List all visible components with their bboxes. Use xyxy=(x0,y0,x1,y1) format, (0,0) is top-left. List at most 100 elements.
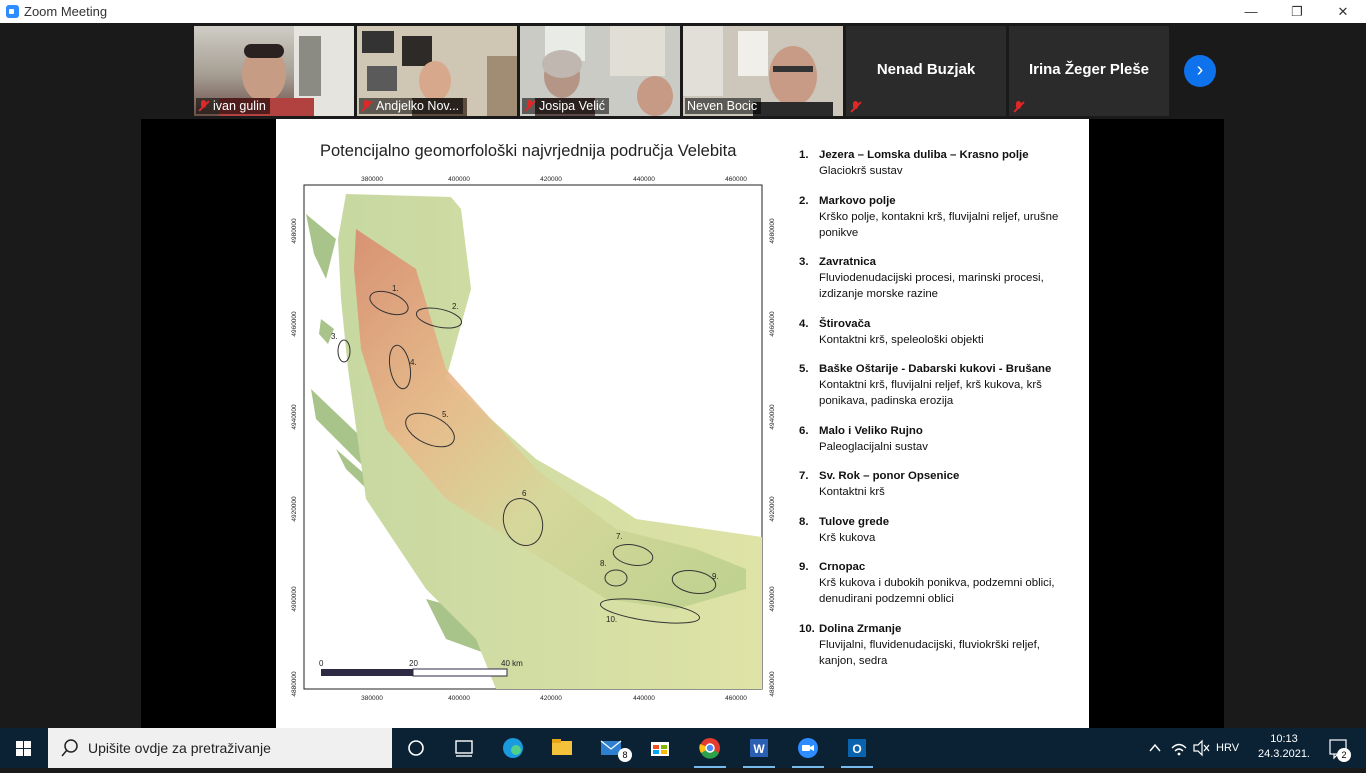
y-tick-label: 4940000 xyxy=(769,404,776,430)
legend-item: 10. Dolina Zrmanje Fluvijalni, fluvidenuda… xyxy=(799,622,1040,667)
scale-label: 0 xyxy=(319,659,324,668)
chrome-app-icon[interactable] xyxy=(686,728,734,768)
y-tick-label: 4980000 xyxy=(291,218,298,244)
site-label: 4. xyxy=(410,358,417,367)
participant-label: Andjelko Nov... xyxy=(359,98,464,114)
x-tick-label: 400000 xyxy=(448,176,470,183)
wifi-icon xyxy=(1171,743,1187,756)
mail-badge: 8 xyxy=(618,748,632,762)
site-label: 5. xyxy=(442,410,449,419)
participant-label: ivan gulin xyxy=(196,98,270,114)
y-tick-label: 4940000 xyxy=(291,404,298,430)
mic-muted-icon xyxy=(198,100,209,112)
y-tick-label: 4880000 xyxy=(291,671,298,697)
action-center-button[interactable]: 2 xyxy=(1318,728,1358,768)
outlook-icon: O xyxy=(848,739,866,757)
speaker-muted-icon xyxy=(1193,739,1210,757)
participant-tile[interactable]: Irina Žeger Pleše xyxy=(1009,26,1169,116)
timeline-icon[interactable] xyxy=(440,728,488,768)
window-title: Zoom Meeting xyxy=(24,4,108,19)
notification-icon xyxy=(1329,739,1347,760)
legend-item: 6. Malo i Veliko Rujno Paleoglacijalni sus… xyxy=(799,424,928,453)
mic-muted-icon xyxy=(850,101,861,113)
legend-item: 8. Tulove grede Krš kukova xyxy=(799,515,890,544)
site-legend: 1. Jezera – Lomska duliba – Krasno polje G… xyxy=(799,147,1079,682)
participant-tile[interactable]: Andjelko Nov... xyxy=(357,26,517,116)
notification-count: 2 xyxy=(1337,748,1351,762)
show-hidden-icons-button[interactable] xyxy=(1145,728,1165,768)
participant-tile-active-speaker[interactable]: Neven Bocic xyxy=(683,26,843,116)
edge-app-icon[interactable] xyxy=(489,728,537,768)
participant-name: Nenad Buzjak xyxy=(876,61,976,78)
search-placeholder: Upišite ovdje za pretraživanje xyxy=(88,740,271,756)
mic-muted-icon xyxy=(1013,101,1024,113)
y-tick-label: 4960000 xyxy=(291,311,298,337)
network-icon[interactable] xyxy=(1168,728,1190,768)
x-tick-label: 460000 xyxy=(725,695,747,702)
windows-taskbar: Upišite ovdje za pretraživanje 8 W O HRV xyxy=(0,728,1366,768)
scale-label: 40 km xyxy=(501,659,523,668)
legend-item: 7. Sv. Rok – ponor Opsenice Kontaktni krš xyxy=(799,470,960,498)
participant-tile[interactable]: Nenad Buzjak xyxy=(846,26,1006,116)
site-label: 9. xyxy=(712,572,719,581)
edge-icon xyxy=(503,738,523,758)
mail-app-icon[interactable]: 8 xyxy=(587,728,635,768)
svg-text:O: O xyxy=(852,742,861,756)
folder-icon xyxy=(552,739,572,755)
screen-share-area: Potencijalno geomorfološki najvrjednija … xyxy=(141,119,1224,728)
start-button[interactable] xyxy=(0,728,48,768)
velebit-map: 1. 2. 3. 4. 5. 6 7. 8. 9. 10. 380000 400… xyxy=(291,176,776,702)
x-tick-label: 460000 xyxy=(725,176,747,183)
task-view-icon[interactable] xyxy=(392,728,440,768)
word-app-icon[interactable]: W xyxy=(735,728,783,768)
participant-tile[interactable]: ivan gulin xyxy=(194,26,354,116)
y-tick-label: 4880000 xyxy=(769,671,776,697)
presentation-slide: Potencijalno geomorfološki najvrjednija … xyxy=(276,119,1089,728)
cortana-circle-icon xyxy=(408,740,424,756)
legend-item: 3. Zavratnica Fluviodenudacijski procesi, … xyxy=(799,256,1044,300)
x-tick-label: 440000 xyxy=(633,695,655,702)
site-label: 6 xyxy=(522,489,527,498)
minimize-button[interactable]: — xyxy=(1228,0,1274,23)
scale-label: 20 xyxy=(409,659,418,668)
task-view-icon xyxy=(455,740,473,757)
taskbar-search-box[interactable]: Upišite ovdje za pretraživanje xyxy=(48,728,392,768)
file-explorer-app-icon[interactable] xyxy=(538,728,586,768)
legend-item: 9. Crnopac Krš kukova i dubokih ponikva, p… xyxy=(799,561,1055,605)
x-tick-label: 420000 xyxy=(540,176,562,183)
word-icon: W xyxy=(750,739,768,757)
legend-item: 4. Štirovača Kontaktni krš, speleološki ob… xyxy=(799,317,984,346)
mic-muted-icon xyxy=(524,100,535,112)
participant-strip: ivan gulin Andjelko Nov... Josipa Velić xyxy=(0,23,1366,119)
close-button[interactable]: ✕ xyxy=(1320,0,1366,23)
window-titlebar: Zoom Meeting — ❐ ✕ xyxy=(0,0,1366,23)
y-tick-label: 4980000 xyxy=(769,218,776,244)
zoom-app-icon[interactable] xyxy=(784,728,832,768)
y-tick-label: 4960000 xyxy=(769,311,776,337)
zoom-logo-icon xyxy=(6,5,19,18)
participant-tile[interactable]: Josipa Velić xyxy=(520,26,680,116)
y-tick-label: 4920000 xyxy=(291,496,298,522)
scale-bar-dark xyxy=(321,669,413,676)
volume-icon[interactable] xyxy=(1190,728,1212,768)
clock[interactable]: 10:13 24.3.2021. xyxy=(1254,728,1314,768)
svg-text:W: W xyxy=(753,742,765,756)
slide-title: Potencijalno geomorfološki najvrjednija … xyxy=(320,142,737,160)
restore-button[interactable]: ❐ xyxy=(1274,0,1320,23)
outlook-app-icon[interactable]: O xyxy=(833,728,881,768)
y-tick-label: 4900000 xyxy=(291,586,298,612)
site-label: 3. xyxy=(331,332,338,341)
participant-name: Irina Žeger Pleše xyxy=(1028,61,1150,78)
mic-muted-icon xyxy=(361,100,372,112)
legend-item: 5. Baške Oštarije - Dabarski kukovi - Bru… xyxy=(799,363,1052,407)
windows-logo-icon xyxy=(16,741,31,756)
site-label: 8. xyxy=(600,559,607,568)
scale-bar-light xyxy=(412,668,508,677)
participant-label: Josipa Velić xyxy=(522,98,610,114)
x-tick-label: 400000 xyxy=(448,695,470,702)
input-language[interactable]: HRV xyxy=(1216,728,1246,768)
zoom-icon xyxy=(798,738,818,758)
store-app-icon[interactable] xyxy=(636,728,684,768)
next-page-button[interactable]: › xyxy=(1184,55,1216,87)
site-label: 7. xyxy=(616,532,623,541)
